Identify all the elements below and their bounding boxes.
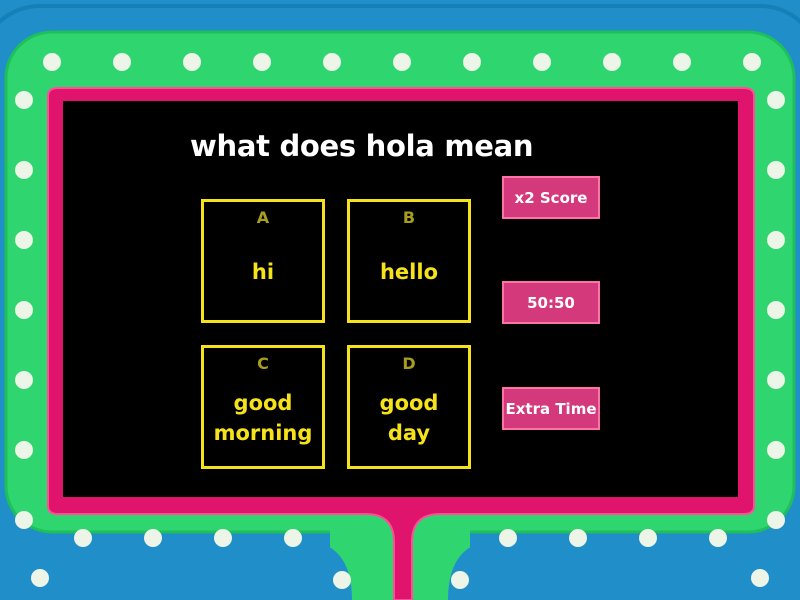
marquee-bulb xyxy=(15,371,33,389)
marquee-bulb xyxy=(499,529,517,547)
marquee-bulb xyxy=(113,53,131,71)
marquee-bulb xyxy=(31,569,49,587)
answer-text: hello xyxy=(379,260,439,284)
marquee-bulb xyxy=(451,571,469,589)
answer-text: good day xyxy=(379,391,439,445)
marquee-bulb xyxy=(333,571,351,589)
marquee-bulb xyxy=(743,53,761,71)
marquee-bulb xyxy=(15,441,33,459)
fifty-fifty-button[interactable]: 50:50 xyxy=(502,281,600,324)
marquee-bulb xyxy=(673,53,691,71)
marquee-bulb xyxy=(43,53,61,71)
marquee-bulb xyxy=(463,53,481,71)
marquee-bulb xyxy=(323,53,341,71)
answer-text: good morning xyxy=(213,391,313,445)
question-text: what does hola mean xyxy=(190,129,534,163)
double-score-button[interactable]: x2 Score xyxy=(502,176,600,219)
extra-time-button[interactable]: Extra Time xyxy=(502,387,600,430)
answer-box-b[interactable]: B hello xyxy=(347,199,471,323)
marquee-bulb xyxy=(74,529,92,547)
marquee-bulb xyxy=(767,371,785,389)
marquee-bulb xyxy=(15,161,33,179)
marquee-bulb xyxy=(767,231,785,249)
marquee-bulb xyxy=(603,53,621,71)
question-screen: what does hola mean A hi B hello C good … xyxy=(63,101,738,497)
marquee-bulb xyxy=(751,569,769,587)
marquee-bulb xyxy=(144,529,162,547)
marquee-bulb xyxy=(569,529,587,547)
marquee-bulb xyxy=(15,231,33,249)
answer-text: hi xyxy=(251,260,275,284)
answer-box-c[interactable]: C good morning xyxy=(201,345,325,469)
marquee-bulb xyxy=(533,53,551,71)
game-stage: what does hola mean A hi B hello C good … xyxy=(0,0,800,600)
marquee-bulb xyxy=(767,301,785,319)
marquee-bulb xyxy=(767,511,785,529)
marquee-bulb xyxy=(639,529,657,547)
marquee-bulb xyxy=(393,53,411,71)
marquee-bulb xyxy=(183,53,201,71)
marquee-bulb xyxy=(709,529,727,547)
answer-box-a[interactable]: A hi xyxy=(201,199,325,323)
marquee-bulb xyxy=(253,53,271,71)
answer-box-d[interactable]: D good day xyxy=(347,345,471,469)
marquee-bulb xyxy=(767,91,785,109)
marquee-bulb xyxy=(15,91,33,109)
marquee-bulb xyxy=(15,511,33,529)
marquee-bulb xyxy=(284,529,302,547)
marquee-bulb xyxy=(767,161,785,179)
marquee-bulb xyxy=(214,529,232,547)
marquee-bulb xyxy=(15,301,33,319)
marquee-bulb xyxy=(767,441,785,459)
